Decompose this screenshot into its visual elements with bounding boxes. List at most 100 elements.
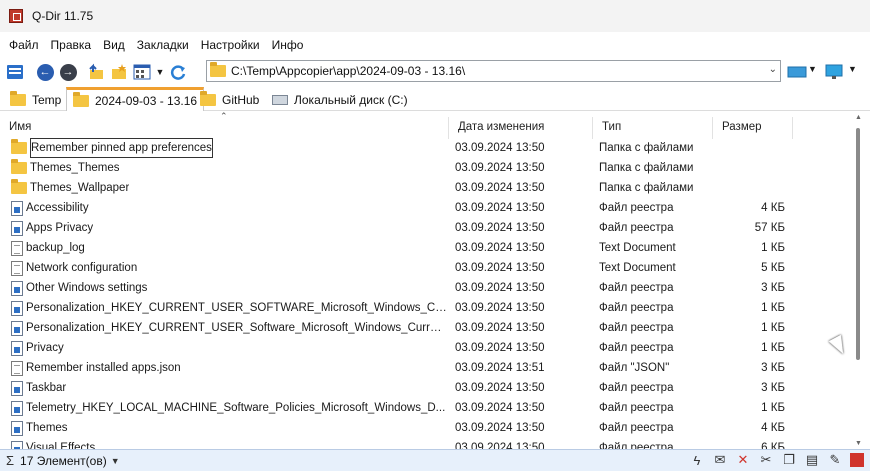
file-date: 03.09.2024 13:50 bbox=[455, 202, 545, 214]
file-size: 1 КБ bbox=[761, 322, 785, 334]
folder-icon bbox=[11, 139, 27, 154]
list-item[interactable]: Themes_Themes 03.09.2024 13:50 Папка с ф… bbox=[0, 158, 850, 178]
rename-icon[interactable]: ✎ bbox=[827, 452, 843, 468]
list-item[interactable]: Personalization_HKEY_CURRENT_USER_Softwa… bbox=[0, 318, 850, 338]
vertical-scrollbar[interactable]: ▲ ▼ bbox=[850, 112, 870, 449]
monitor-icon bbox=[787, 66, 807, 78]
file-size: 3 КБ bbox=[761, 362, 785, 374]
column-date[interactable]: Дата изменения bbox=[449, 117, 593, 139]
lightning-icon[interactable]: ϟ bbox=[689, 452, 705, 468]
menu-view[interactable]: Вид bbox=[97, 33, 131, 57]
file-date: 03.09.2024 13:50 bbox=[455, 382, 545, 394]
display-button[interactable] bbox=[823, 61, 845, 83]
tab-github[interactable]: GitHub bbox=[194, 88, 265, 111]
monitor-dropdown-icon[interactable]: ▼ bbox=[808, 64, 817, 74]
json-file-icon bbox=[11, 360, 23, 376]
registry-file-icon bbox=[11, 220, 23, 236]
file-size: 6 КБ bbox=[761, 442, 785, 449]
file-name: Remember installed apps.json bbox=[26, 362, 181, 374]
file-date: 03.09.2024 13:50 bbox=[455, 162, 545, 174]
mail-icon[interactable]: ✉ bbox=[712, 452, 728, 468]
registry-file-icon bbox=[11, 440, 23, 449]
file-size: 57 КБ bbox=[754, 222, 785, 234]
cut-icon[interactable]: ✂ bbox=[758, 452, 774, 468]
list-item[interactable]: Remember installed apps.json 03.09.2024 … bbox=[0, 358, 850, 378]
view-mode-dropdown[interactable]: ▼ bbox=[154, 61, 166, 83]
list-item[interactable]: Themes 03.09.2024 13:50 Файл реестра 4 К… bbox=[0, 418, 850, 438]
menu-settings[interactable]: Настройки bbox=[195, 33, 266, 57]
tab-temp[interactable]: Temp bbox=[4, 88, 67, 111]
registry-file-icon bbox=[11, 400, 23, 416]
list-item[interactable]: Apps Privacy 03.09.2024 13:50 Файл реест… bbox=[0, 218, 850, 238]
column-name[interactable]: Имя bbox=[0, 117, 449, 139]
list-item[interactable]: Remember pinned app preferences 03.09.20… bbox=[0, 138, 850, 158]
panel-layout-button[interactable] bbox=[4, 61, 26, 83]
folder-icon bbox=[11, 179, 27, 194]
list-item[interactable]: Other Windows settings 03.09.2024 13:50 … bbox=[0, 278, 850, 298]
file-type: Файл реестра bbox=[599, 402, 674, 414]
file-name: Personalization_HKEY_CURRENT_USER_Softwa… bbox=[26, 322, 447, 334]
forward-button[interactable]: → bbox=[57, 61, 79, 83]
list-item[interactable]: Accessibility 03.09.2024 13:50 Файл реес… bbox=[0, 198, 850, 218]
list-item[interactable]: Themes_Wallpaper 03.09.2024 13:50 Папка … bbox=[0, 178, 850, 198]
file-type: Файл реестра bbox=[599, 302, 674, 314]
file-date: 03.09.2024 13:50 bbox=[455, 242, 545, 254]
menu-file[interactable]: Файл bbox=[3, 33, 45, 57]
file-date: 03.09.2024 13:50 bbox=[455, 322, 545, 334]
tab-current-folder[interactable]: 2024-09-03 - 13.16 bbox=[66, 87, 205, 111]
address-bar[interactable]: C:\Temp\Appcopier\app\2024-09-03 - 13.16… bbox=[206, 60, 781, 82]
folder-icon bbox=[73, 91, 89, 107]
file-size bbox=[712, 138, 785, 158]
menu-bookmarks[interactable]: Закладки bbox=[131, 33, 195, 57]
column-size[interactable]: Размер bbox=[713, 117, 793, 139]
new-folder-icon bbox=[112, 64, 126, 79]
scroll-down-icon[interactable]: ▼ bbox=[855, 440, 862, 447]
back-button[interactable]: ← bbox=[34, 61, 56, 83]
list-item[interactable]: backup_log 03.09.2024 13:50 Text Documen… bbox=[0, 238, 850, 258]
view-mode-button[interactable] bbox=[131, 61, 153, 83]
copy-icon[interactable]: ❐ bbox=[781, 452, 797, 468]
address-dropdown-icon[interactable]: ⌄ bbox=[769, 64, 777, 75]
folder-icon bbox=[200, 90, 216, 106]
scrollbar-thumb[interactable] bbox=[856, 128, 860, 360]
file-date: 03.09.2024 13:50 bbox=[455, 442, 545, 449]
red-square-icon[interactable] bbox=[850, 453, 864, 467]
item-count[interactable]: 17 Элемент(ов) bbox=[20, 454, 107, 468]
refresh-button[interactable] bbox=[167, 61, 189, 83]
chevron-down-icon: ▼ bbox=[155, 67, 165, 77]
display-dropdown-icon[interactable]: ▼ bbox=[848, 64, 857, 74]
list-item[interactable]: Personalization_HKEY_CURRENT_USER_SOFTWA… bbox=[0, 298, 850, 318]
list-item[interactable]: Privacy 03.09.2024 13:50 Файл реестра 1 … bbox=[0, 338, 850, 358]
text-file-icon bbox=[11, 240, 23, 256]
file-list: Remember pinned app preferences 03.09.20… bbox=[0, 138, 850, 449]
paste-icon[interactable]: ▤ bbox=[804, 452, 820, 468]
new-folder-button[interactable] bbox=[108, 61, 130, 83]
file-size: 1 КБ bbox=[761, 402, 785, 414]
file-size bbox=[712, 178, 785, 198]
monitor-button[interactable] bbox=[786, 61, 808, 83]
tab-local-disk[interactable]: Локальный диск (C:) bbox=[266, 88, 414, 111]
file-size: 3 КБ bbox=[761, 282, 785, 294]
file-type: Text Document bbox=[599, 262, 676, 274]
view-grid-icon bbox=[133, 64, 151, 80]
scroll-up-icon[interactable]: ▲ bbox=[855, 114, 862, 121]
list-item[interactable]: Network configuration 03.09.2024 13:50 T… bbox=[0, 258, 850, 278]
menu-info[interactable]: Инфо bbox=[266, 33, 310, 57]
file-date: 03.09.2024 13:50 bbox=[455, 302, 545, 314]
list-item[interactable]: Visual Effects 03.09.2024 13:50 Файл рее… bbox=[0, 438, 850, 449]
up-folder-button[interactable] bbox=[85, 61, 107, 83]
menu-edit[interactable]: Правка bbox=[45, 33, 98, 57]
tab-bar: Temp 2024-09-03 - 13.16 GitHub Локальный… bbox=[0, 87, 870, 111]
file-type: Файл реестра bbox=[599, 222, 674, 234]
list-item[interactable]: Telemetry_HKEY_LOCAL_MACHINE_Software_Po… bbox=[0, 398, 850, 418]
panel-layout-icon bbox=[7, 65, 23, 79]
list-item[interactable]: Taskbar 03.09.2024 13:50 Файл реестра 3 … bbox=[0, 378, 850, 398]
display-icon bbox=[825, 64, 843, 79]
chevron-down-icon[interactable]: ▼ bbox=[111, 456, 120, 466]
delete-icon[interactable]: ✕ bbox=[735, 452, 751, 468]
column-type[interactable]: Тип bbox=[593, 117, 713, 139]
file-date: 03.09.2024 13:50 bbox=[455, 142, 545, 154]
registry-file-icon bbox=[11, 300, 23, 316]
file-type: Файл реестра bbox=[599, 382, 674, 394]
address-input[interactable]: C:\Temp\Appcopier\app\2024-09-03 - 13.16… bbox=[231, 64, 465, 78]
